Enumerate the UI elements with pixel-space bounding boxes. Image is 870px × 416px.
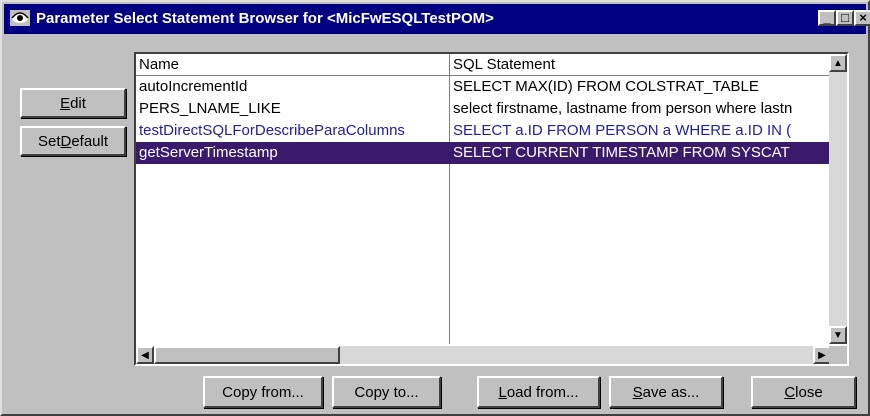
load-from-label-post: oad from... bbox=[506, 383, 579, 401]
column-header-sql[interactable]: SQL Statement bbox=[450, 54, 831, 76]
edit-button[interactable]: Edit bbox=[20, 88, 126, 118]
row-name-cell: autoIncrementId bbox=[139, 78, 248, 95]
set-default-button[interactable]: Set Default bbox=[20, 126, 126, 156]
table-row-selected[interactable]: getServerTimestamp SELECT CURRENT TIMEST… bbox=[136, 142, 831, 164]
eye-app-icon bbox=[10, 10, 30, 26]
column-header-name[interactable]: Name bbox=[136, 54, 449, 76]
maximize-button[interactable]: □ bbox=[836, 10, 854, 26]
row-sql-cell: SELECT MAX(ID) FROM COLSTRAT_TABLE bbox=[453, 78, 759, 95]
load-from-label-key: L bbox=[498, 383, 507, 401]
close-label-post: lose bbox=[795, 383, 823, 401]
save-as-button[interactable]: Save as... bbox=[609, 376, 723, 408]
dialog-window: Parameter Select Statement Browser for <… bbox=[0, 0, 870, 416]
copy-to-button[interactable]: Copy to... bbox=[332, 376, 441, 408]
horizontal-scroll-thumb[interactable] bbox=[154, 346, 340, 364]
minimize-button[interactable]: _ bbox=[818, 10, 836, 26]
table-row[interactable]: PERS_LNAME_LIKE select firstname, lastna… bbox=[136, 98, 831, 120]
title-bar[interactable]: Parameter Select Statement Browser for <… bbox=[4, 4, 870, 34]
vertical-scrollbar[interactable]: ▲ ▼ bbox=[829, 54, 847, 344]
close-label-key: C bbox=[784, 383, 796, 401]
edit-label-post: dit bbox=[70, 94, 86, 112]
scroll-down-arrow-icon[interactable]: ▼ bbox=[829, 326, 847, 344]
row-sql-cell: SELECT CURRENT TIMESTAMP FROM SYSCAT bbox=[453, 144, 790, 161]
row-name-cell: PERS_LNAME_LIKE bbox=[139, 100, 281, 117]
save-as-label-key: S bbox=[632, 383, 643, 401]
row-sql-cell: select firstname, lastname from person w… bbox=[453, 100, 793, 117]
scroll-left-arrow-icon[interactable]: ◀ bbox=[136, 346, 154, 364]
table-row[interactable]: testDirectSQLForDescribeParaColumns SELE… bbox=[136, 120, 831, 142]
scroll-up-arrow-icon[interactable]: ▲ bbox=[829, 54, 847, 72]
scrollbar-corner bbox=[829, 346, 847, 364]
row-name-cell: testDirectSQLForDescribeParaColumns bbox=[139, 122, 405, 139]
save-as-label-post: ave as... bbox=[642, 383, 700, 401]
row-name-cell: getServerTimestamp bbox=[139, 144, 278, 161]
set-default-label-pre: Set bbox=[37, 132, 61, 150]
load-from-button[interactable]: Load from... bbox=[477, 376, 600, 408]
close-button[interactable]: Close bbox=[751, 376, 856, 408]
row-sql-cell: SELECT a.ID FROM PERSON a WHERE a.ID IN … bbox=[453, 122, 792, 139]
table-row[interactable]: autoIncrementId SELECT MAX(ID) FROM COLS… bbox=[136, 76, 831, 98]
copy-from-button[interactable]: Copy from... bbox=[203, 376, 323, 408]
horizontal-scrollbar[interactable]: ◀ ▶ bbox=[136, 346, 831, 364]
window-title: Parameter Select Statement Browser for <… bbox=[36, 10, 494, 27]
edit-label-key: E bbox=[60, 94, 71, 112]
close-window-button[interactable]: × bbox=[854, 10, 870, 26]
statement-table[interactable]: Name SQL Statement autoIncrementId SELEC… bbox=[134, 52, 849, 366]
set-default-label-post: efault bbox=[71, 132, 109, 150]
set-default-label-key: D bbox=[60, 132, 72, 150]
